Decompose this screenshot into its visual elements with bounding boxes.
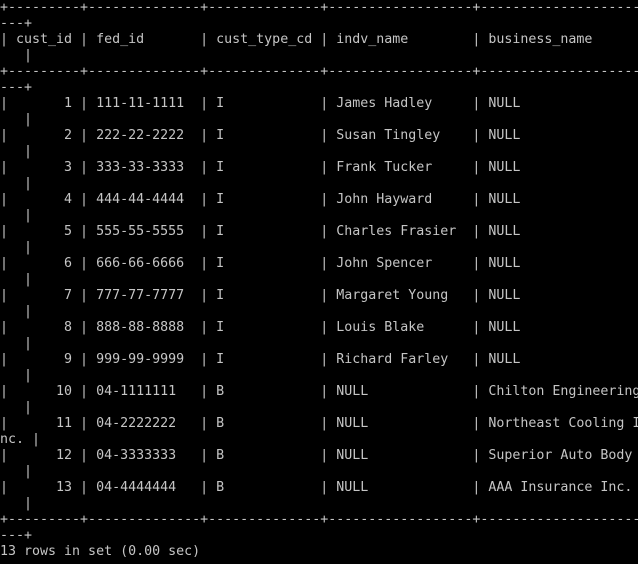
terminal-line: | 11 | 04-2222222 | B | NULL | Northeast… xyxy=(0,416,638,431)
terminal-line: | 4 | 444-44-4444 | I | John Hayward | N… xyxy=(0,192,638,207)
terminal-output[interactable]: +---------+--------------+--------------… xyxy=(0,0,638,564)
terminal-line: | xyxy=(0,144,33,159)
terminal-line: | cust_id | fed_id | cust_type_cd | indv… xyxy=(0,32,638,47)
terminal-line: | xyxy=(0,112,33,127)
terminal-line: | 2 | 222-22-2222 | I | Susan Tingley | … xyxy=(0,128,638,143)
terminal-line: | xyxy=(0,464,33,479)
terminal-line: | 10 | 04-1111111 | B | NULL | Chilton E… xyxy=(0,384,638,399)
terminal-line: +---------+--------------+--------------… xyxy=(0,0,638,15)
terminal-line: 13 rows in set (0.00 sec) xyxy=(0,544,201,559)
terminal-line: ---+ xyxy=(0,16,33,31)
terminal-line: nc. | xyxy=(0,432,41,447)
terminal-line: +---------+--------------+--------------… xyxy=(0,64,638,79)
terminal-line: | xyxy=(0,176,33,191)
terminal-line: | xyxy=(0,400,33,415)
terminal-line: ---+ xyxy=(0,80,33,95)
terminal-line: | 8 | 888-88-8888 | I | Louis Blake | NU… xyxy=(0,320,638,335)
terminal-line: | 3 | 333-33-3333 | I | Frank Tucker | N… xyxy=(0,160,638,175)
terminal-line: | 7 | 777-77-7777 | I | Margaret Young |… xyxy=(0,288,638,303)
terminal-line: | xyxy=(0,304,33,319)
terminal-line: | 12 | 04-3333333 | B | NULL | Superior … xyxy=(0,448,638,463)
terminal-line: | xyxy=(0,240,33,255)
terminal-line: | xyxy=(0,208,33,223)
terminal-line: | xyxy=(0,272,33,287)
terminal-line: | 1 | 111-11-1111 | I | James Hadley | N… xyxy=(0,96,638,111)
terminal-line: | 5 | 555-55-5555 | I | Charles Frasier … xyxy=(0,224,638,239)
terminal-line: | xyxy=(0,48,33,63)
terminal-line: | 9 | 999-99-9999 | I | Richard Farley |… xyxy=(0,352,638,367)
terminal-line: | xyxy=(0,368,33,383)
terminal-line: ---+ xyxy=(0,528,33,543)
terminal-line: | 6 | 666-66-6666 | I | John Spencer | N… xyxy=(0,256,638,271)
terminal-line: | xyxy=(0,496,33,511)
terminal-line: | xyxy=(0,336,33,351)
terminal-line: | 13 | 04-4444444 | B | NULL | AAA Insur… xyxy=(0,480,638,495)
terminal-line: +---------+--------------+--------------… xyxy=(0,512,638,527)
